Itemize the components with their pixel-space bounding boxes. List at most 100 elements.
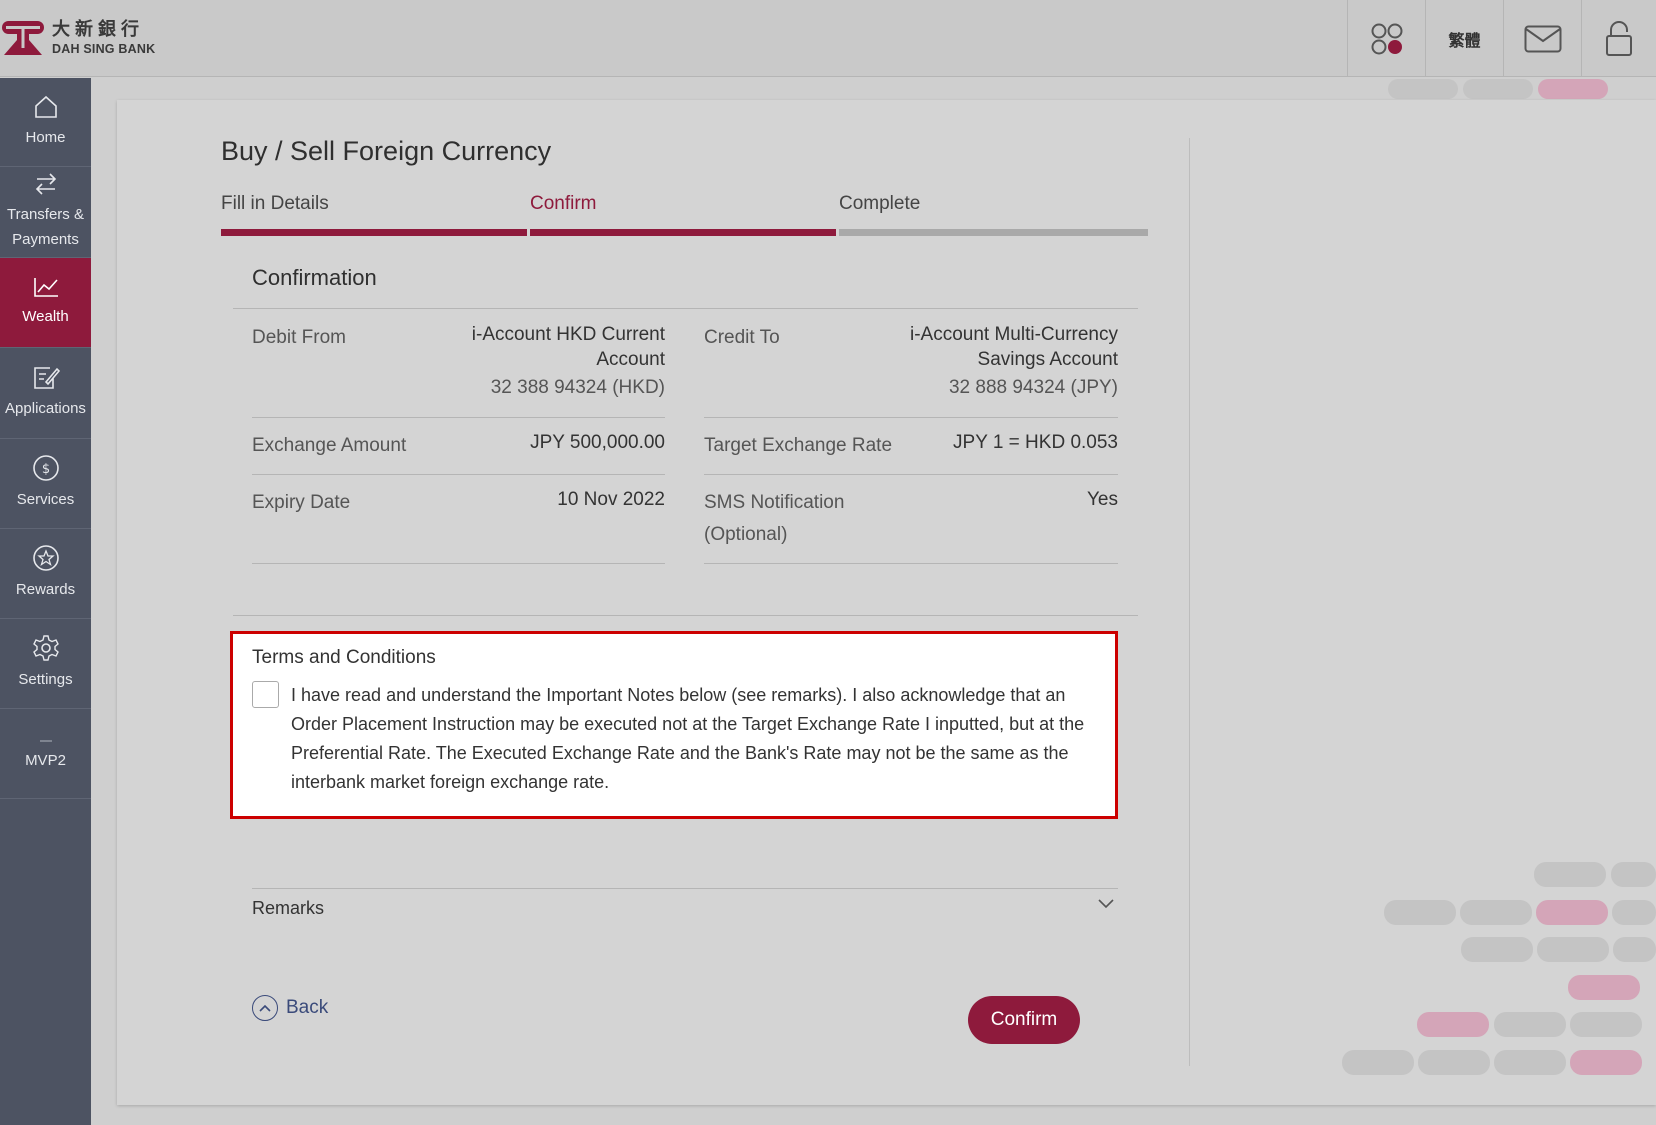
divider: [233, 615, 1138, 616]
dash-icon: [39, 740, 52, 742]
chevron-down-icon[interactable]: [1097, 898, 1115, 910]
decor-pill: [1612, 900, 1656, 925]
sidebar-item-applications[interactable]: Applications: [0, 348, 91, 439]
star-icon: [32, 545, 59, 571]
sidebar-item-wealth[interactable]: Wealth: [0, 258, 91, 348]
decor-pill: [1494, 1012, 1566, 1037]
step-progress-3: [839, 229, 1148, 236]
column-divider: [1189, 138, 1190, 1066]
chart-icon: [33, 278, 58, 297]
back-label: Back: [286, 997, 329, 1018]
decor-pill: [1460, 900, 1532, 925]
confirm-button[interactable]: Confirm: [968, 996, 1080, 1044]
credit-account-number: 32 888 94324 (JPY): [948, 377, 1118, 398]
top-header: 大新銀行 DAH SING BANK 繁體: [0, 0, 1656, 77]
decor-pill: [1568, 975, 1640, 1000]
decor-pill: [1461, 937, 1533, 962]
divider: [704, 474, 1118, 475]
decor-pill: [1611, 862, 1656, 887]
exchange-amount-value: JPY 500,000.00: [530, 432, 665, 453]
decor-pill: [1388, 79, 1458, 99]
gear-icon: [32, 635, 59, 661]
step-complete: Complete: [839, 193, 921, 214]
debit-from-label: Debit From: [252, 327, 346, 348]
debit-from-value: i-Account HKD Current Account 32 388 943…: [400, 322, 665, 400]
lock-icon: [1606, 20, 1632, 56]
divider: [252, 563, 665, 564]
bank-logo[interactable]: 大新銀行 DAH SING BANK: [0, 18, 155, 58]
decor-pill: [1418, 1050, 1490, 1075]
decor-pill: [1538, 79, 1608, 99]
page-title: Buy / Sell Foreign Currency: [221, 136, 552, 166]
terms-title: Terms and Conditions: [252, 647, 436, 668]
step-progress-2: [530, 229, 836, 236]
sms-label-line1: SMS Notification: [704, 492, 845, 513]
decor-pill: [1342, 1050, 1414, 1075]
sidebar-item-home[interactable]: Home: [0, 78, 91, 167]
target-rate-value: JPY 1 = HKD 0.053: [953, 432, 1118, 453]
sidebar-item-label: Wealth: [22, 308, 69, 326]
expiry-date-label: Expiry Date: [252, 492, 351, 513]
main-card: [117, 100, 1656, 1105]
sidebar-item-label: Transfers & Payments: [7, 206, 84, 248]
exchange-amount-label: Exchange Amount: [252, 435, 407, 456]
brand-name-cn: 大新銀行: [52, 18, 144, 40]
decor-pill: [1613, 937, 1656, 962]
remarks-toggle[interactable]: Remarks: [252, 898, 324, 919]
sms-notification-value: Yes: [1087, 489, 1118, 510]
divider: [704, 417, 1118, 418]
decor-pill: [1534, 862, 1606, 887]
credit-account-type: Savings Account: [977, 349, 1118, 370]
divider: [252, 474, 665, 475]
back-button[interactable]: Back: [252, 995, 328, 1021]
sidebar-item-mvp2[interactable]: MVP2: [0, 709, 91, 799]
sidebar-item-label: MVP2: [25, 752, 66, 770]
terms-text: I have read and understand the Important…: [291, 685, 1085, 792]
sidebar-item-label: Rewards: [15, 581, 76, 599]
inbox-button[interactable]: [1503, 0, 1581, 77]
decor-pill: [1463, 79, 1533, 99]
sms-notification-label: SMS Notification (Optional): [704, 487, 844, 551]
dollar-icon: $: [32, 455, 59, 481]
sms-label-line2: (Optional): [704, 524, 788, 545]
decor-pill: [1417, 1012, 1489, 1037]
credit-to-value: i-Account Multi-Currency Savings Account…: [850, 322, 1118, 400]
divider: [252, 888, 1118, 889]
expiry-date-value: 10 Nov 2022: [557, 489, 665, 510]
home-icon: [34, 95, 57, 118]
debit-account-number: 32 388 94324 (HKD): [490, 377, 665, 398]
credit-account-name: i-Account Multi-Currency: [910, 324, 1118, 345]
divider: [233, 308, 1138, 309]
edit-icon: [33, 366, 60, 389]
logout-button[interactable]: [1581, 0, 1656, 77]
debit-account-name: i-Account HKD Current: [471, 324, 665, 345]
step-progress-1: [221, 229, 527, 236]
section-title: Confirmation: [252, 265, 377, 290]
logo-icon: [2, 21, 44, 55]
transfer-icon: [35, 173, 56, 195]
divider: [252, 417, 665, 418]
sidebar-item-rewards[interactable]: Rewards: [0, 529, 91, 619]
step-fill-details: Fill in Details: [221, 193, 329, 214]
step-confirm: Confirm: [530, 193, 597, 214]
sidebar-item-label: Home: [25, 128, 66, 146]
language-toggle[interactable]: 繁體: [1425, 0, 1503, 77]
sidebar-item-label: Services: [16, 491, 75, 509]
decor-pill: [1494, 1050, 1566, 1075]
sidebar-item-transfers[interactable]: Transfers & Payments: [0, 167, 91, 258]
sidebar: Home Transfers & Payments Wealth Applica…: [0, 78, 91, 1125]
terms-checkbox[interactable]: [252, 681, 279, 708]
decor-pill: [1536, 900, 1608, 925]
mail-icon: [1524, 25, 1561, 52]
brand-name-en: DAH SING BANK: [52, 41, 156, 56]
sidebar-item-label: Settings: [18, 671, 73, 689]
sidebar-item-settings[interactable]: Settings: [0, 619, 91, 709]
apps-button[interactable]: [1347, 0, 1425, 77]
credit-to-label: Credit To: [704, 327, 780, 348]
debit-account-type: Account: [596, 349, 665, 370]
sidebar-item-services[interactable]: $ Services: [0, 439, 91, 529]
decor-pill: [1570, 1012, 1642, 1037]
sidebar-item-label: Applications: [5, 399, 86, 417]
decor-pill: [1537, 937, 1609, 962]
chevron-up-icon: [252, 995, 278, 1021]
